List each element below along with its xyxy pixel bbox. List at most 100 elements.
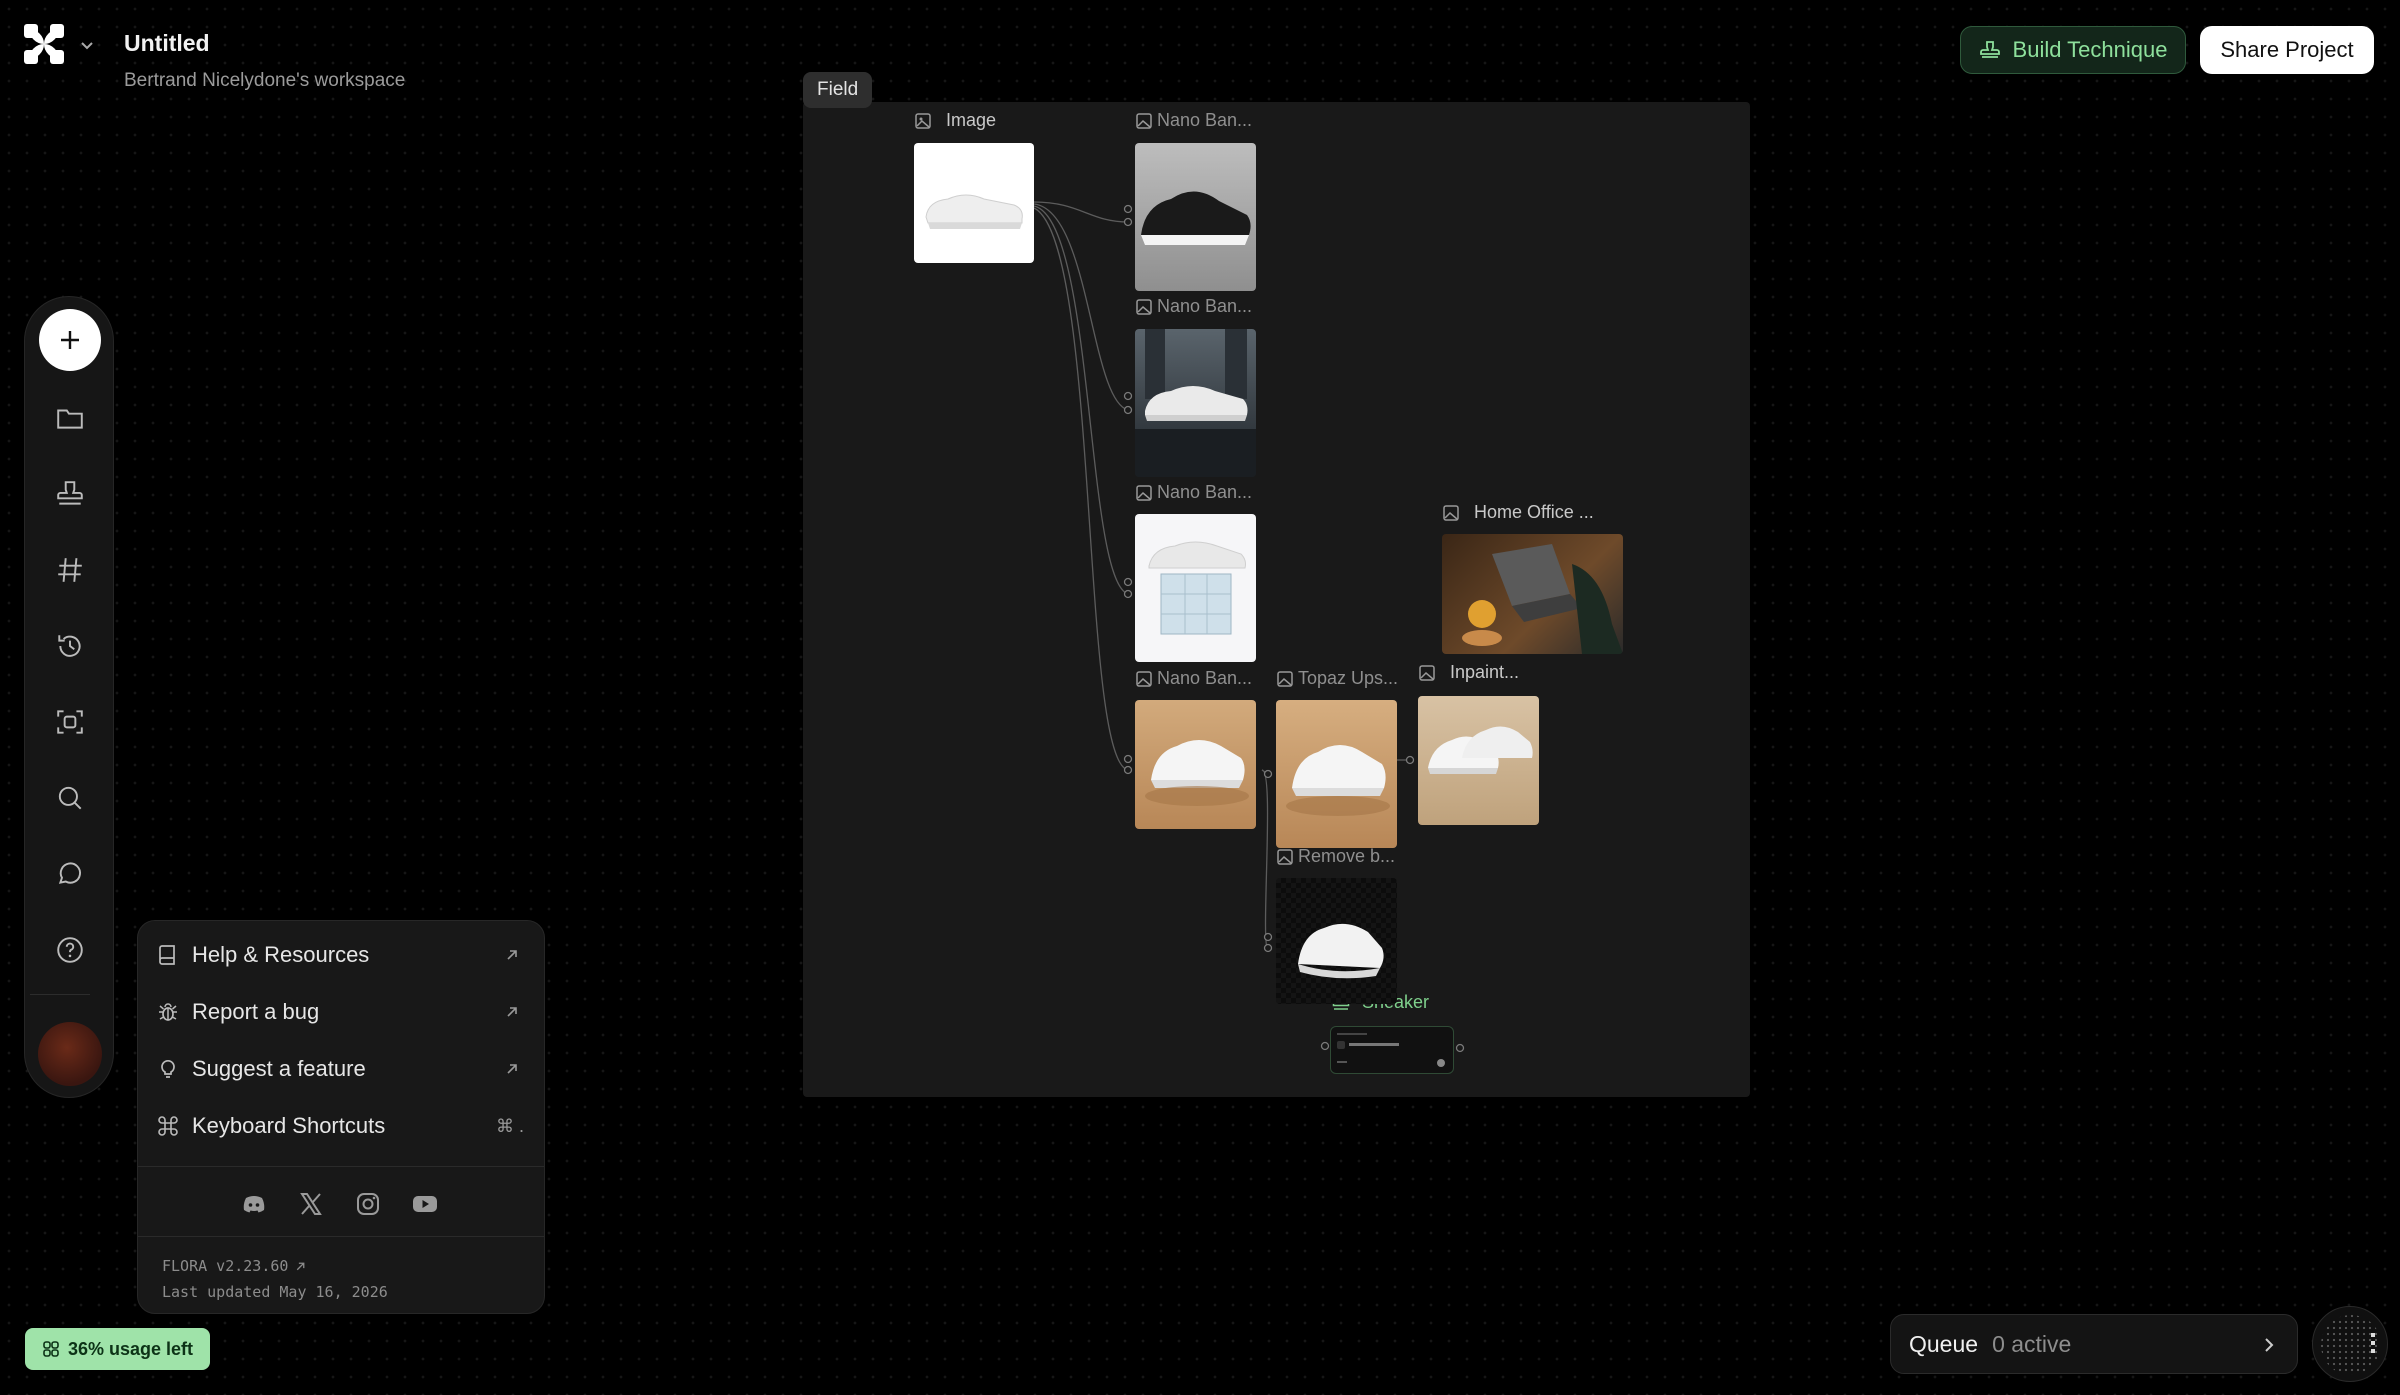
home-office-thumbnail[interactable] (1442, 534, 1623, 654)
keyboard-shortcuts-item[interactable]: Keyboard Shortcuts ⌘ . (156, 1102, 528, 1150)
node-label-topaz[interactable]: Topaz Ups... (1276, 668, 1398, 689)
nano-1-thumbnail[interactable] (1135, 143, 1256, 291)
folder-icon (57, 409, 83, 429)
command-icon (158, 1116, 178, 1136)
book-icon (159, 945, 175, 965)
home-office-image (1462, 544, 1623, 654)
image-icon (1277, 670, 1293, 687)
chevron-right-icon (2265, 1338, 2274, 1352)
youtube-icon[interactable] (410, 1189, 440, 1219)
search-button[interactable] (39, 767, 101, 829)
chevron-down-icon[interactable] (78, 36, 96, 54)
stamp-icon (1979, 41, 2000, 58)
help-circle-icon (57, 937, 83, 963)
node-label-home-office[interactable]: Home Office ... (1442, 502, 1594, 523)
upscaled-sneaker-image (1286, 745, 1390, 816)
discord-icon[interactable] (239, 1189, 269, 1219)
instagram-icon[interactable] (353, 1189, 383, 1219)
flora-logo[interactable] (22, 22, 66, 66)
help-resources-label: Help & Resources (192, 942, 370, 967)
topaz-thumbnail[interactable] (1276, 700, 1397, 848)
external-arrow-icon (507, 1007, 517, 1017)
version-link[interactable]: FLORA v2.23.60 (162, 1257, 307, 1275)
node-label-nano-1[interactable]: Nano Ban... (1135, 110, 1252, 131)
node-label-nano-2[interactable]: Nano Ban... (1135, 296, 1252, 317)
remove-bg-thumbnail[interactable] (1276, 878, 1397, 1004)
inpaint-thumbnail[interactable] (1418, 696, 1539, 825)
node-label-inpaint[interactable]: Inpaint... (1418, 662, 1519, 683)
cutout-sneaker-image (1276, 878, 1397, 1004)
nano-2-thumbnail[interactable] (1135, 329, 1256, 477)
nano-3-thumbnail[interactable] (1135, 514, 1256, 662)
history-icon (58, 635, 81, 657)
scan-button[interactable] (39, 691, 101, 753)
scan-icon (57, 710, 83, 734)
sand-sneaker-image (1145, 740, 1249, 806)
bug-icon (159, 1003, 177, 1021)
image-icon (1136, 298, 1152, 315)
external-arrow-icon (507, 1064, 517, 1074)
node-title: Nano Ban... (1157, 296, 1253, 316)
projects-button[interactable] (39, 387, 101, 449)
hashtag-icon (58, 558, 82, 582)
toolbar-divider (30, 994, 90, 995)
shortcut-hint: ⌘ . (495, 1115, 524, 1136)
external-arrow-icon (297, 1262, 305, 1270)
node-title: Home Office ... (1474, 502, 1594, 522)
x-icon[interactable] (296, 1189, 326, 1219)
last-updated: Last updated May 16, 2026 (162, 1283, 388, 1301)
usage-badge[interactable]: 36% usage left (25, 1328, 210, 1370)
chat-bubble-icon (58, 862, 81, 884)
workspace-name: Bertrand Nicelydone's workspace (124, 70, 406, 91)
field-label[interactable]: Field (803, 72, 873, 108)
avatar[interactable] (38, 1022, 102, 1086)
sneaker-image (925, 194, 1023, 229)
image-icon (1136, 670, 1152, 687)
minimap-button[interactable] (2312, 1306, 2388, 1382)
node-title: Nano Ban... (1157, 668, 1253, 688)
history-button[interactable] (39, 615, 101, 677)
node-label-remove-bg[interactable]: Remove b... (1276, 846, 1395, 867)
node-label-nano-4[interactable]: Nano Ban... (1135, 668, 1252, 689)
report-bug-item[interactable]: Report a bug (156, 988, 528, 1036)
lightbulb-icon (161, 1059, 175, 1078)
image-icon (1136, 484, 1152, 501)
image-icon (1443, 504, 1459, 521)
ice-sneaker-image (1148, 541, 1246, 635)
node-title: Nano Ban... (1157, 482, 1253, 502)
chat-button[interactable] (39, 843, 101, 905)
suggest-feature-label: Suggest a feature (192, 1056, 366, 1081)
street-sneaker-image (1135, 329, 1256, 477)
dot-grid-icon (2321, 1315, 2381, 1375)
build-technique-label: Build Technique (2012, 37, 2168, 62)
hashtag-button[interactable] (39, 539, 101, 601)
node-label-image[interactable]: Image (914, 110, 996, 131)
image-icon (915, 112, 931, 129)
inpaint-sneaker-image (1428, 726, 1533, 774)
external-arrow-icon (507, 950, 517, 960)
black-sneaker-image (1141, 191, 1251, 245)
build-technique-button[interactable]: Build Technique (1960, 26, 2186, 74)
add-button[interactable] (39, 309, 101, 371)
queue-panel[interactable]: Queue 0 active (1890, 1314, 2298, 1374)
keyboard-shortcuts-label: Keyboard Shortcuts (192, 1113, 386, 1138)
node-title: Image (946, 110, 997, 130)
help-resources-item[interactable]: Help & Resources (156, 931, 528, 979)
sneaker-technique-node[interactable] (1330, 1026, 1454, 1074)
node-title: Inpaint... (1450, 662, 1520, 682)
version-label: FLORA v2.23.60 (162, 1257, 289, 1275)
queue-count: 0 active (1992, 1330, 2072, 1357)
node-title: Remove b... (1298, 846, 1396, 866)
image-icon (1136, 112, 1152, 129)
suggest-feature-item[interactable]: Suggest a feature (156, 1045, 528, 1093)
image-node-thumbnail[interactable] (914, 143, 1034, 263)
usage-label: 36% usage left (67, 1338, 194, 1359)
help-button[interactable] (39, 919, 101, 981)
project-title[interactable]: Untitled (124, 30, 210, 57)
techniques-button[interactable] (39, 463, 101, 525)
share-project-button[interactable]: Share Project (2200, 26, 2374, 74)
nano-4-thumbnail[interactable] (1135, 700, 1256, 829)
node-label-nano-3[interactable]: Nano Ban... (1135, 482, 1252, 503)
queue-label: Queue (1909, 1330, 1979, 1357)
node-title: Nano Ban... (1157, 110, 1253, 130)
